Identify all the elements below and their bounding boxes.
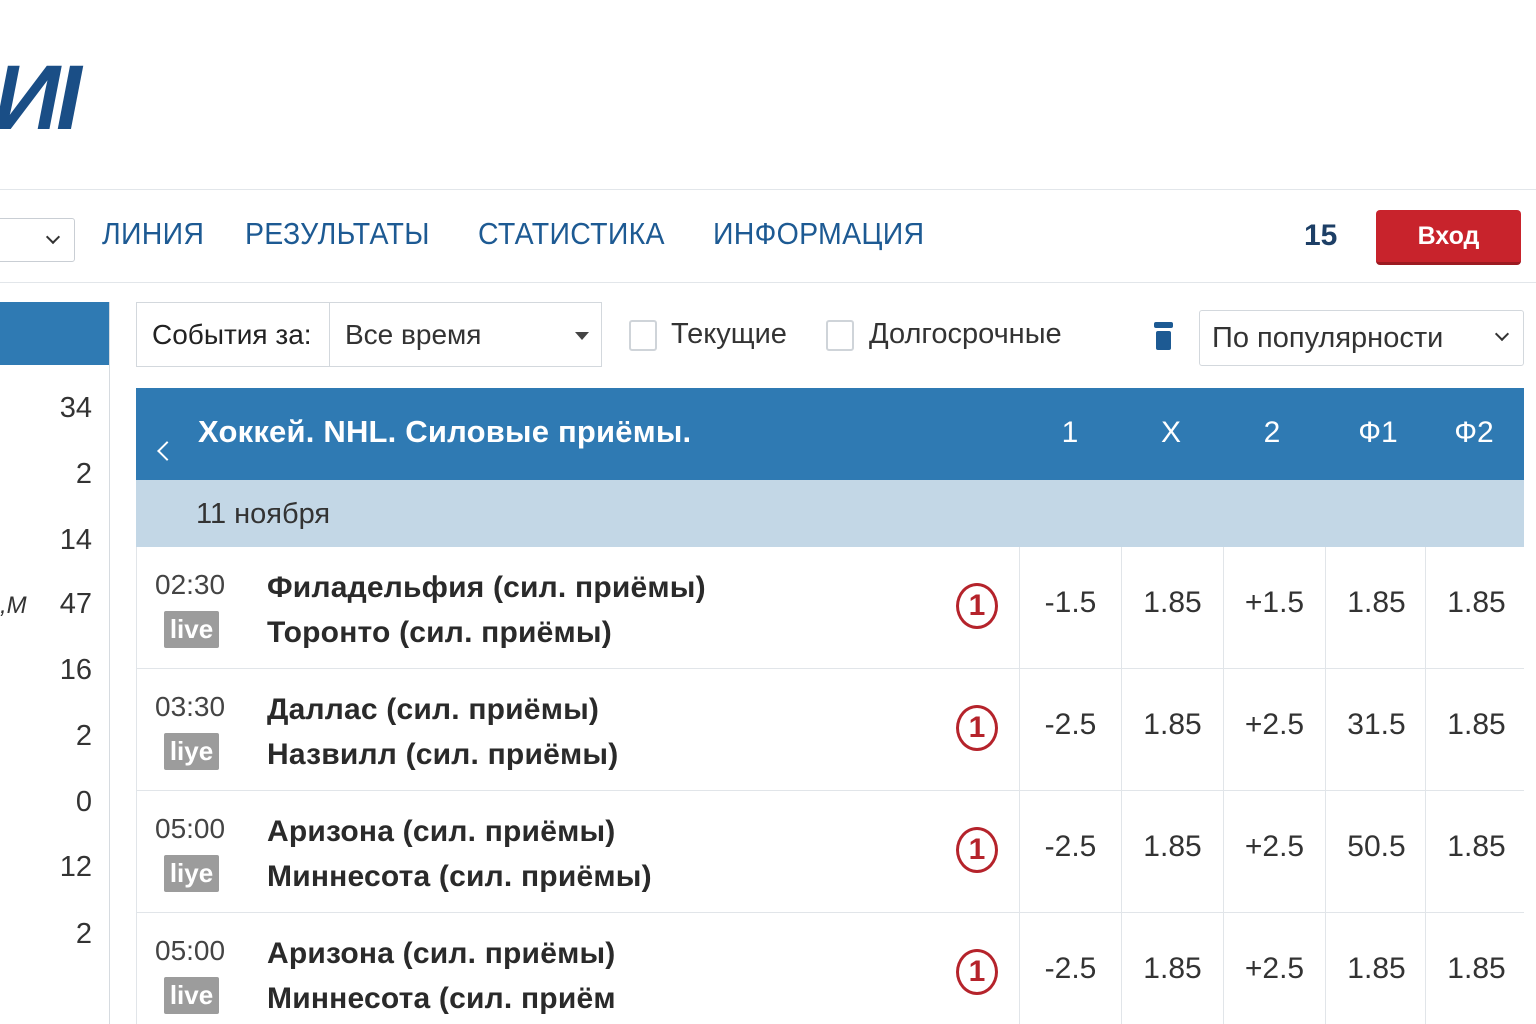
team-home[interactable]: Филадельфия (сил. приёмы) <box>267 571 706 605</box>
sidebar-item-count: 47 <box>59 588 92 620</box>
chevron-left-icon[interactable] <box>157 441 177 461</box>
caret-down-icon <box>575 332 589 340</box>
sort-value: По популярности <box>1212 321 1444 354</box>
odd-cell[interactable]: 1.85 <box>1121 913 1223 1024</box>
live-badge[interactable]: live <box>164 611 219 648</box>
event-time: 05:00 <box>155 935 226 966</box>
odd-cell[interactable]: -2.5 <box>1019 913 1121 1024</box>
event-time: 02:30 <box>155 569 226 600</box>
sidebar-item-label: ,М <box>0 592 27 619</box>
sports-sidebar: 34 2 14 ,М 47 16 2 0 12 2 <box>0 302 110 1024</box>
event-row[interactable]: 02:30 live Филадельфия (сил. приёмы) Тор… <box>136 547 1524 669</box>
odd-cell[interactable]: +2.5 <box>1223 669 1325 790</box>
event-row[interactable]: 03:30 liye Даллас (сил. приёмы) Назвилл … <box>136 669 1524 791</box>
nav-divider <box>0 282 1536 283</box>
odd-cell[interactable]: +2.5 <box>1223 791 1325 912</box>
sidebar-item[interactable]: 14 <box>0 520 100 560</box>
sidebar-item-count: 16 <box>59 654 92 686</box>
column-header-x: X <box>1160 416 1181 449</box>
odd-cell[interactable]: 1.85 <box>1425 913 1527 1024</box>
column-header-2: 2 <box>1263 416 1281 449</box>
event-row[interactable]: 05:00 liye Аризона (сил. приёмы) Миннесо… <box>136 791 1524 913</box>
longterm-checkbox-label[interactable]: Долгосрочные <box>869 318 1062 351</box>
chevron-down-icon <box>1494 326 1510 342</box>
sidebar-header[interactable] <box>0 302 109 365</box>
info-badge[interactable]: 1 <box>956 705 998 751</box>
odd-cell[interactable]: -1.5 <box>1019 547 1121 668</box>
info-badge[interactable]: 1 <box>956 827 998 873</box>
nav-line[interactable]: ЛИНИЯ <box>102 214 204 254</box>
sidebar-item[interactable]: 12 <box>0 847 100 887</box>
sidebar-item-count: 12 <box>59 851 92 883</box>
league-title: Хоккей. NHL. Силовые приёмы. <box>198 414 692 449</box>
sidebar-item-count: 14 <box>59 524 92 556</box>
team-away[interactable]: Миннесота (сил. приём <box>267 982 616 1016</box>
sidebar-item[interactable]: 2 <box>0 716 100 756</box>
odd-cell[interactable]: 1.85 <box>1121 547 1223 668</box>
live-badge[interactable]: live <box>164 977 219 1014</box>
column-header-f2: Ф2 <box>1454 416 1494 449</box>
sidebar-item-count: 2 <box>75 458 92 490</box>
sidebar-item-count: 34 <box>59 392 92 424</box>
sidebar-item-count: 2 <box>75 918 92 950</box>
sidebar-item[interactable]: 16 <box>0 650 100 690</box>
odd-cell[interactable]: 1.85 <box>1425 547 1527 668</box>
longterm-checkbox[interactable] <box>826 320 854 351</box>
event-time: 03:30 <box>155 691 226 722</box>
live-badge[interactable]: liye <box>164 855 219 892</box>
team-away[interactable]: Торонто (сил. приёмы) <box>267 616 612 650</box>
odd-cell[interactable]: 50.5 <box>1325 791 1427 912</box>
sidebar-item-count: 2 <box>75 720 92 752</box>
sidebar-item[interactable]: 2 <box>0 454 100 494</box>
odd-cell[interactable]: 1.85 <box>1425 791 1527 912</box>
nav-information[interactable]: ИНФОРМАЦИЯ <box>713 214 924 254</box>
team-home[interactable]: Даллас (сил. приёмы) <box>267 693 599 727</box>
odd-cell[interactable]: 1.85 <box>1325 913 1427 1024</box>
sidebar-item[interactable]: 0 <box>0 782 100 822</box>
sidebar-item[interactable]: 2 <box>0 914 100 954</box>
odd-cell[interactable]: 1.85 <box>1425 669 1527 790</box>
counter-badge: 15 <box>1304 219 1338 252</box>
language-select[interactable] <box>0 218 75 262</box>
column-header-f1: Ф1 <box>1358 416 1398 449</box>
odd-cell[interactable]: -2.5 <box>1019 791 1121 912</box>
sidebar-item[interactable]: 34 <box>0 388 100 428</box>
team-home[interactable]: Аризона (сил. приёмы) <box>267 815 615 849</box>
events-period-label: События за: <box>136 302 329 367</box>
main-nav: ЛИНИЯ РЕЗУЛЬТАТЫ СТАТИСТИКА ИНФОРМАЦИЯ <box>102 214 943 254</box>
event-time: 05:00 <box>155 813 226 844</box>
live-badge[interactable]: liye <box>164 733 219 770</box>
date-label: 11 ноября <box>196 498 331 530</box>
current-checkbox-label[interactable]: Текущие <box>671 318 787 351</box>
info-badge[interactable]: 1 <box>956 583 998 629</box>
events-period-select[interactable]: Все время <box>329 302 602 367</box>
sort-select[interactable]: По популярности <box>1199 310 1524 366</box>
nav-statistics[interactable]: СТАТИСТИКА <box>478 214 665 254</box>
odd-cell[interactable]: 31.5 <box>1325 669 1427 790</box>
odd-cell[interactable]: 1.85 <box>1325 547 1427 668</box>
nav-results[interactable]: РЕЗУЛЬТАТЫ <box>245 214 430 254</box>
odd-cell[interactable]: +1.5 <box>1223 547 1325 668</box>
sidebar-item-count: 0 <box>75 786 92 818</box>
events-period-value: Все время <box>345 318 482 350</box>
info-badge[interactable]: 1 <box>956 949 998 995</box>
login-button[interactable]: Вход <box>1376 210 1521 265</box>
chevron-down-icon <box>45 229 61 245</box>
column-header-1: 1 <box>1061 416 1079 449</box>
odd-cell[interactable]: +2.5 <box>1223 913 1325 1024</box>
odd-cell[interactable]: 1.85 <box>1121 791 1223 912</box>
team-home[interactable]: Аризона (сил. приёмы) <box>267 937 615 971</box>
event-row[interactable]: 05:00 live Аризона (сил. приёмы) Миннесо… <box>136 913 1524 1024</box>
trash-icon[interactable] <box>1154 322 1173 350</box>
odd-cell[interactable]: 1.85 <box>1121 669 1223 790</box>
sidebar-item[interactable]: ,М 47 <box>0 584 100 624</box>
current-checkbox[interactable] <box>629 320 657 351</box>
site-logo[interactable]: ИI <box>0 52 82 144</box>
league-header: Хоккей. NHL. Силовые приёмы. 1 X 2 Ф1 Ф2 <box>136 388 1524 480</box>
header-divider <box>0 189 1536 190</box>
team-away[interactable]: Назвилл (сил. приёмы) <box>267 738 618 772</box>
team-away[interactable]: Миннесота (сил. приёмы) <box>267 860 652 894</box>
date-row: 11 ноября <box>136 480 1524 547</box>
odd-cell[interactable]: -2.5 <box>1019 669 1121 790</box>
